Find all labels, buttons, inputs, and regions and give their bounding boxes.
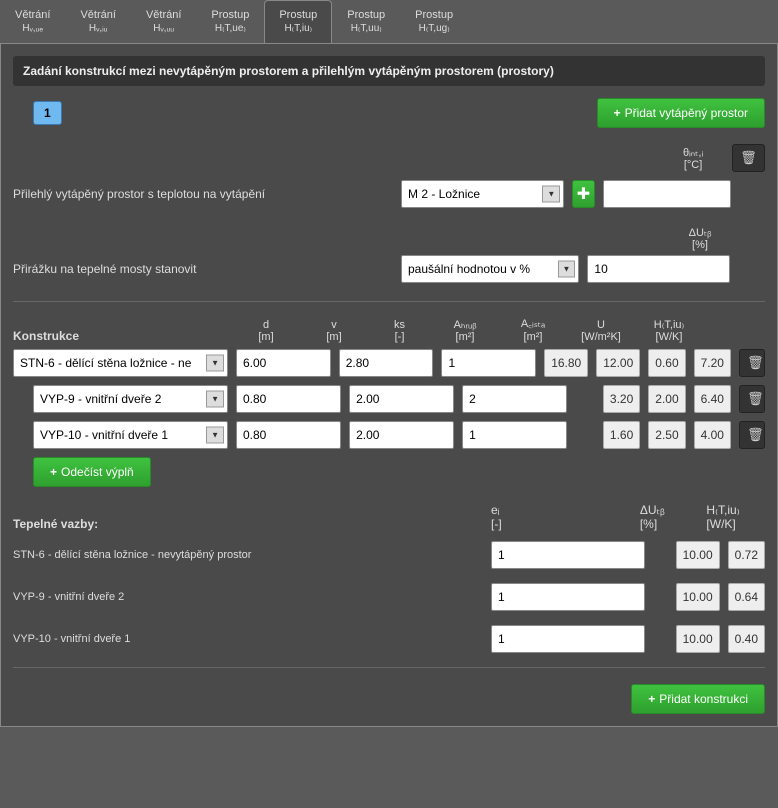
- subtract-fill-button[interactable]: +Odečíst výplň: [33, 457, 151, 487]
- theta-header: θᵢₙₜ,ᵢ [°C]: [668, 146, 718, 171]
- add-construction-button[interactable]: +Přidat konstrukci: [631, 684, 765, 714]
- tab-6[interactable]: ProstupH₍T,ug₎: [400, 0, 468, 43]
- thermal-name: STN-6 - dělící stěna ložnice - nevytápěn…: [13, 549, 483, 561]
- u-value: 2.50: [648, 421, 685, 449]
- ks-input[interactable]: [462, 385, 567, 413]
- acista-value: 3.20: [603, 385, 640, 413]
- plus-icon: +: [50, 465, 57, 479]
- plus-icon: +: [614, 106, 621, 120]
- ei-input[interactable]: [491, 625, 645, 653]
- htiu-value: 7.20: [694, 349, 731, 377]
- ahruba-value: 16.80: [544, 349, 588, 377]
- construction-select[interactable]: VYP-10 - vnitřní dveře 1: [33, 421, 228, 449]
- u-value: 0.60: [648, 349, 685, 377]
- dutb-value: 10.00: [676, 541, 720, 569]
- dutb-value: 10.00: [676, 625, 720, 653]
- ks-input[interactable]: [462, 421, 567, 449]
- htiu-value: 6.40: [694, 385, 731, 413]
- htiu-value: 0.64: [728, 583, 765, 611]
- dutb-value: 10.00: [676, 583, 720, 611]
- dutb-header: ΔUₜᵦ [%]: [675, 226, 725, 251]
- ks-input[interactable]: [441, 349, 536, 377]
- tab-5[interactable]: ProstupH₍T,uu₎: [332, 0, 400, 43]
- ei-input[interactable]: [491, 541, 645, 569]
- adjacent-space-label: Přilehlý vytápěný prostor s teplotou na …: [13, 187, 393, 201]
- v-input[interactable]: [349, 421, 454, 449]
- acista-value: 1.60: [603, 421, 640, 449]
- htiu-value: 0.72: [728, 541, 765, 569]
- htiu-value: 0.40: [728, 625, 765, 653]
- list-item: STN-6 - dělící stěna ložnice - nevytápěn…: [13, 541, 765, 569]
- u-value: 2.00: [648, 385, 685, 413]
- d-input[interactable]: [236, 421, 341, 449]
- table-row: STN-6 - dělící stěna ložnice - ne 16.80 12…: [13, 349, 765, 377]
- thermal-bridge-select[interactable]: paušální hodnotou v %: [401, 255, 579, 283]
- main-panel: Zadání konstrukcí mezi nevytápěným prost…: [0, 43, 778, 727]
- list-item: VYP-9 - vnitřní dveře 2 10.00 0.64: [13, 583, 765, 611]
- adjacent-space-select[interactable]: M 2 - Ložnice: [401, 180, 564, 208]
- construction-select[interactable]: VYP-9 - vnitřní dveře 2: [33, 385, 228, 413]
- trash-icon: 🗑: [740, 150, 757, 165]
- delete-space-button[interactable]: 🗑: [732, 144, 765, 172]
- add-heated-space-button[interactable]: +Přidat vytápěný prostor: [597, 98, 765, 128]
- tab-2[interactable]: VětráníHᵥ,ᵤᵤ: [131, 0, 196, 43]
- tab-0[interactable]: VětráníHᵥ,ᵤₑ: [0, 0, 65, 43]
- section-title: Zadání konstrukcí mezi nevytápěným prost…: [13, 56, 765, 86]
- tab-3[interactable]: ProstupH₍T,ue₎: [196, 0, 264, 43]
- add-adjacent-button[interactable]: ✚: [572, 180, 594, 208]
- thermal-bridge-label: Přirážku na tepelné mosty stanovit: [13, 262, 393, 276]
- tab-4[interactable]: ProstupH₍T,iu₎: [264, 0, 332, 43]
- construction-table-header: Konstrukce d[m] v[m] ks[-] Aₕᵣᵤᵦ[m²] A꜀ᵢ…: [13, 310, 765, 349]
- d-input[interactable]: [236, 349, 331, 377]
- thermal-bonds-header: Tepelné vazby: eᵢ[-] ΔUₜᵦ[%] H₍T,iu₎[W/K…: [13, 503, 765, 531]
- d-input[interactable]: [236, 385, 341, 413]
- v-input[interactable]: [339, 349, 434, 377]
- ei-input[interactable]: [491, 583, 645, 611]
- theta-input[interactable]: [603, 180, 731, 208]
- construction-select[interactable]: STN-6 - dělící stěna ložnice - ne: [13, 349, 228, 377]
- thermal-name: VYP-10 - vnitřní dveře 1: [13, 633, 483, 645]
- v-input[interactable]: [349, 385, 454, 413]
- table-row: VYP-9 - vnitřní dveře 2 3.20 2.00 6.40 🗑: [13, 385, 765, 413]
- tab-bar: VětráníHᵥ,ᵤₑVětráníHᵥ,ᵢᵤVětráníHᵥ,ᵤᵤPros…: [0, 0, 778, 43]
- page-badge[interactable]: 1: [33, 101, 62, 125]
- tab-1[interactable]: VětráníHᵥ,ᵢᵤ: [65, 0, 130, 43]
- dutb-input[interactable]: [587, 255, 730, 283]
- plus-icon: +: [648, 692, 655, 706]
- list-item: VYP-10 - vnitřní dveře 1 10.00 0.40: [13, 625, 765, 653]
- htiu-value: 4.00: [694, 421, 731, 449]
- delete-row-button[interactable]: 🗑: [739, 385, 765, 413]
- thermal-name: VYP-9 - vnitřní dveře 2: [13, 591, 483, 603]
- table-row: VYP-10 - vnitřní dveře 1 1.60 2.50 4.00 🗑: [13, 421, 765, 449]
- delete-row-button[interactable]: 🗑: [739, 421, 765, 449]
- acista-value: 12.00: [596, 349, 640, 377]
- delete-row-button[interactable]: 🗑: [739, 349, 765, 377]
